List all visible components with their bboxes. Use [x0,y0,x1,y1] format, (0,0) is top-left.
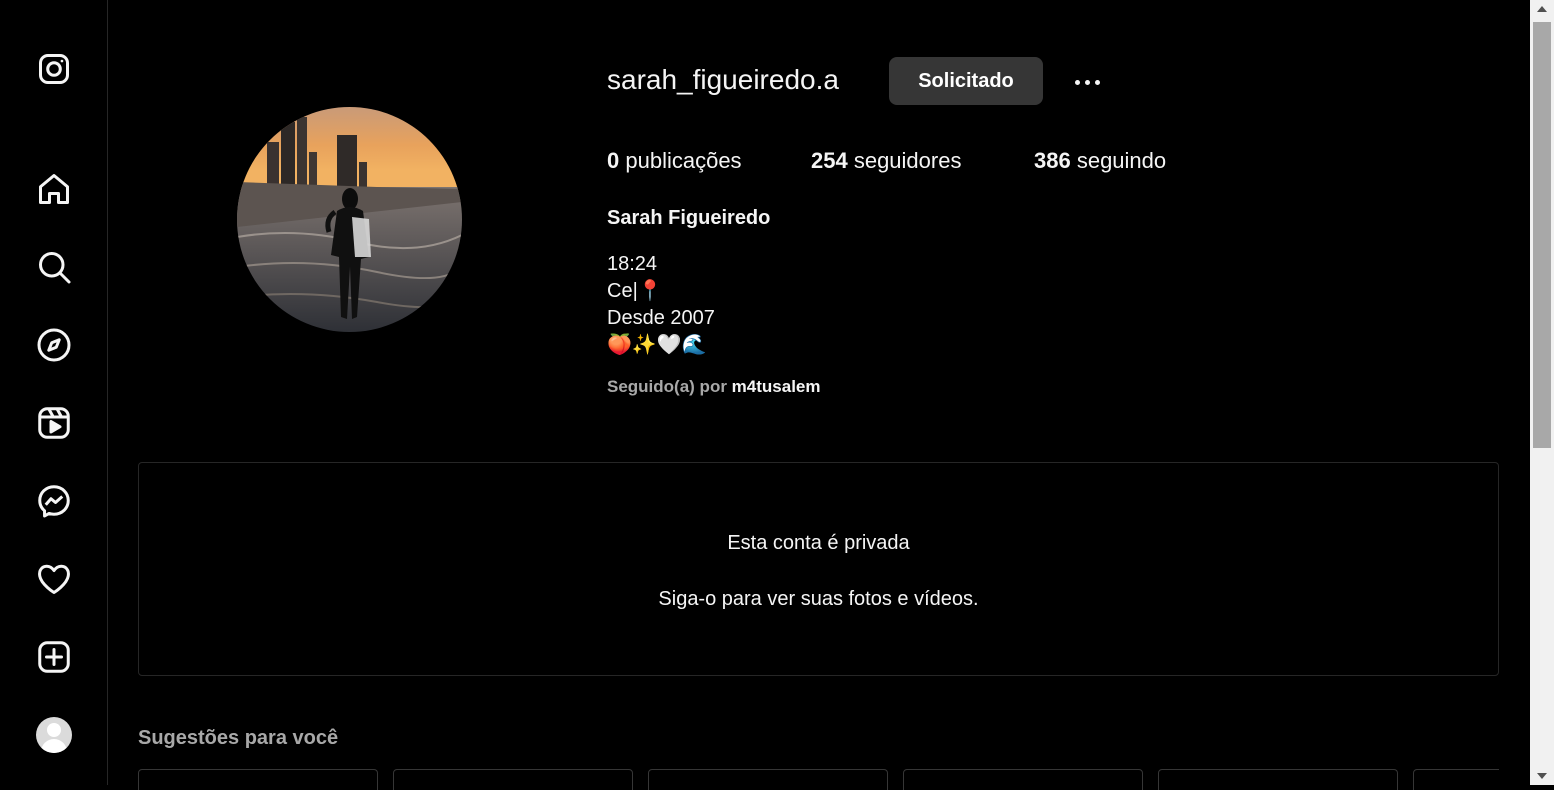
avatar-body-shape [41,739,67,753]
followers-stat[interactable]: 254 seguidores [811,148,961,174]
followed-by: Seguido(a) por m4tusalem [607,377,821,397]
profile-full-name: Sarah Figueiredo [607,207,771,229]
private-subtitle: Siga-o para ver suas fotos e vídeos. [658,588,979,610]
bio-line: 18:24 [607,253,658,275]
bio-line: Ce|📍 [607,280,663,302]
bio-line-emojis: 🍑✨🤍🌊 [607,334,707,356]
profile-picture[interactable] [237,107,462,332]
suggestion-card[interactable] [1413,769,1499,790]
profile-avatar[interactable] [36,717,72,753]
followed-by-user-link[interactable]: m4tusalem [732,377,821,396]
private-title: Esta conta é privada [727,532,910,554]
messenger-icon[interactable] [34,481,74,521]
profile-photo-beach-sunset [237,107,462,332]
profile-username: sarah_figueiredo.a [607,64,839,95]
posts-stat: 0 publicações [607,148,742,174]
private-account-notice: Esta conta é privada Siga-o para ver sua… [138,462,1499,676]
posts-count: 0 [607,148,620,173]
scroll-down-arrow-icon[interactable] [1537,773,1547,779]
suggestions-row [138,760,1499,790]
explore-compass-icon[interactable] [34,325,74,365]
dot [1074,79,1080,85]
following-count: 386 [1034,148,1071,173]
reels-icon[interactable] [34,403,74,443]
home-icon[interactable] [34,169,74,209]
dot [1094,79,1100,85]
scrollbar-thumb[interactable] [1533,22,1551,448]
page-scrollbar[interactable] [1530,0,1554,785]
instagram-logo-icon[interactable] [34,49,74,89]
search-icon[interactable] [34,247,74,287]
bio-line: Desde 2007 [607,307,715,329]
suggestion-card[interactable] [1158,769,1398,790]
suggestion-card[interactable] [648,769,888,790]
create-plus-icon[interactable] [34,637,74,677]
following-label: seguindo [1070,148,1167,173]
suggestion-card[interactable] [393,769,633,790]
avatar-head-shape [47,723,61,737]
posts-label: publicações [619,148,742,173]
suggestions-title: Sugestões para você [138,727,339,749]
dot [1084,79,1090,85]
followed-by-prefix: Seguido(a) por [607,377,732,396]
suggestion-card[interactable] [903,769,1143,790]
scroll-up-arrow-icon[interactable] [1537,6,1547,12]
heart-icon[interactable] [34,559,74,599]
more-options-icon[interactable] [1068,68,1106,96]
following-stat[interactable]: 386 seguindo [1034,148,1166,174]
sidebar-nav [0,0,108,785]
suggestion-card[interactable] [138,769,378,790]
requested-button[interactable]: Solicitado [889,57,1043,105]
profile-bio: 18:24 Ce|📍 Desde 2007 🍑✨🤍🌊 [607,251,715,359]
followers-label: seguidores [847,148,962,173]
followers-count: 254 [811,148,848,173]
